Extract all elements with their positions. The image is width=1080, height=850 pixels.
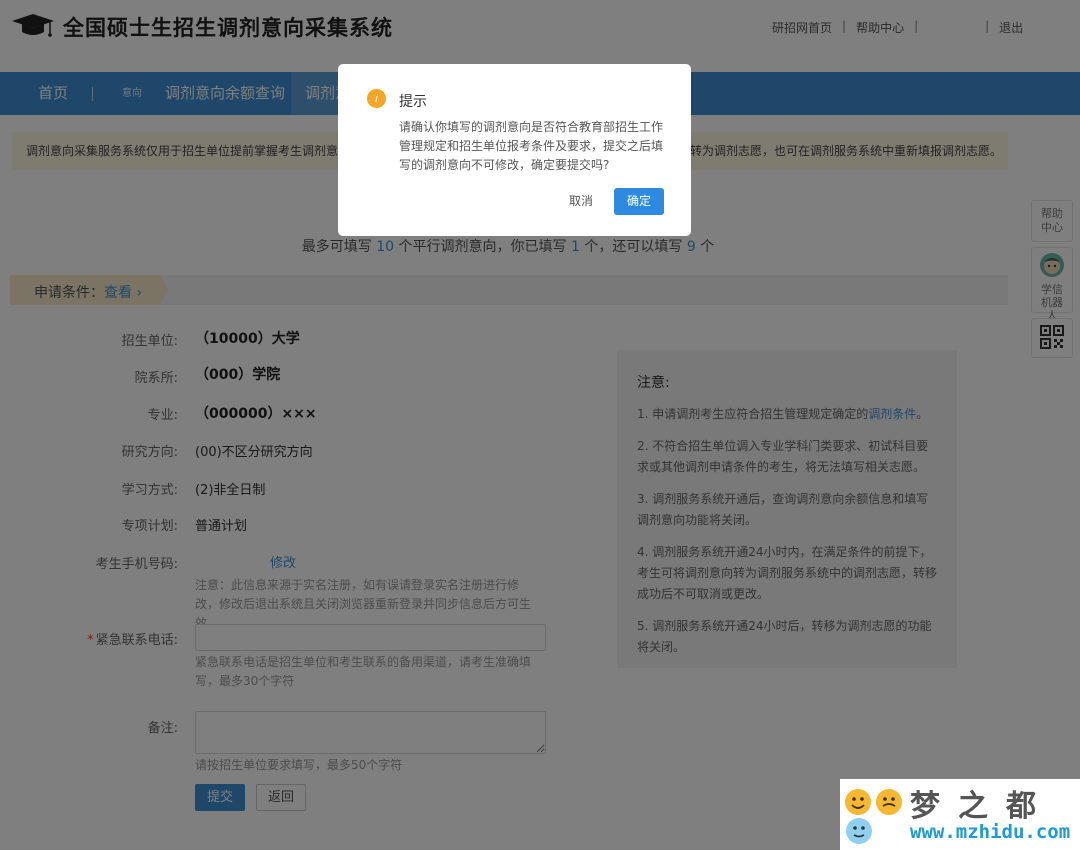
dialog-confirm-button[interactable]: 确定: [614, 188, 664, 215]
warning-info-icon: i: [367, 89, 386, 108]
dialog-cancel-button[interactable]: 取消: [558, 188, 604, 215]
watermark: 梦之都 www.mzhidu.com: [840, 779, 1080, 850]
watermark-faces-icon: [845, 789, 902, 844]
dialog-message: 请确认你填写的调剂意向是否符合教育部招生工作管理规定和招生单位报考条件及要求，提…: [399, 120, 664, 172]
watermark-url: www.mzhidu.com: [910, 821, 1071, 843]
confirm-dialog: i 提示 请确认你填写的调剂意向是否符合教育部招生工作管理规定和招生单位报考条件…: [338, 64, 691, 236]
watermark-title: 梦之都: [910, 789, 1054, 824]
dialog-title: 提示: [399, 94, 427, 110]
